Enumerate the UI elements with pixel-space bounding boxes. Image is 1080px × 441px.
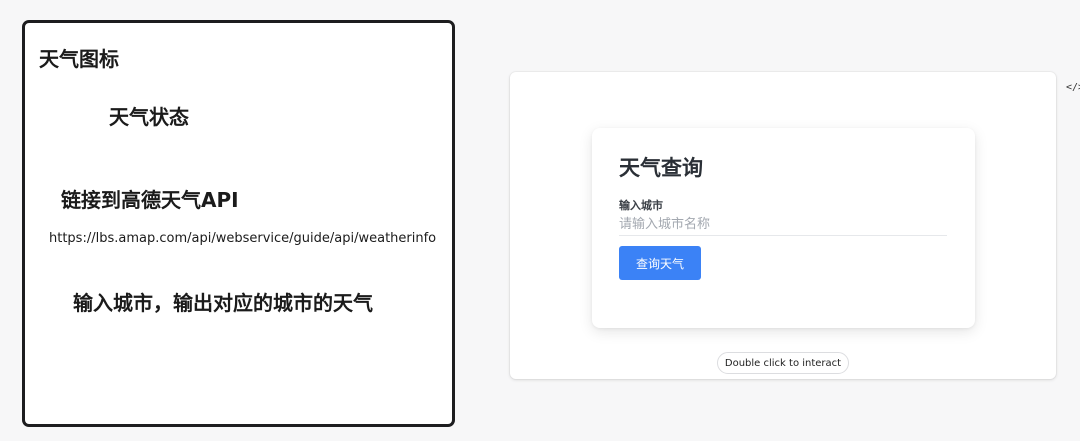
interact-hint-badge[interactable]: Double click to interact [717, 352, 849, 374]
sketch-weather-status-label: 天气状态 [109, 105, 189, 129]
city-input[interactable] [619, 213, 947, 236]
preview-panel[interactable]: 天气查询 输入城市 查询天气 Double click to interact [510, 72, 1056, 379]
sketch-description: 输入城市，输出对应的城市的天气 [73, 291, 373, 315]
city-field-label: 输入城市 [619, 199, 663, 212]
sketch-card: 天气图标 天气状态 链接到高德天气API https://lbs.amap.co… [22, 20, 455, 427]
code-view-icon[interactable]: </> [1066, 82, 1080, 93]
sketch-api-link-heading: 链接到高德天气API [61, 188, 239, 212]
query-weather-button[interactable]: 查询天气 [619, 246, 701, 280]
weather-query-card: 天气查询 输入城市 查询天气 [592, 128, 975, 328]
page-title: 天气查询 [619, 156, 703, 180]
sketch-api-url: https://lbs.amap.com/api/webservice/guid… [49, 231, 437, 246]
sketch-weather-icon-label: 天气图标 [39, 47, 119, 71]
